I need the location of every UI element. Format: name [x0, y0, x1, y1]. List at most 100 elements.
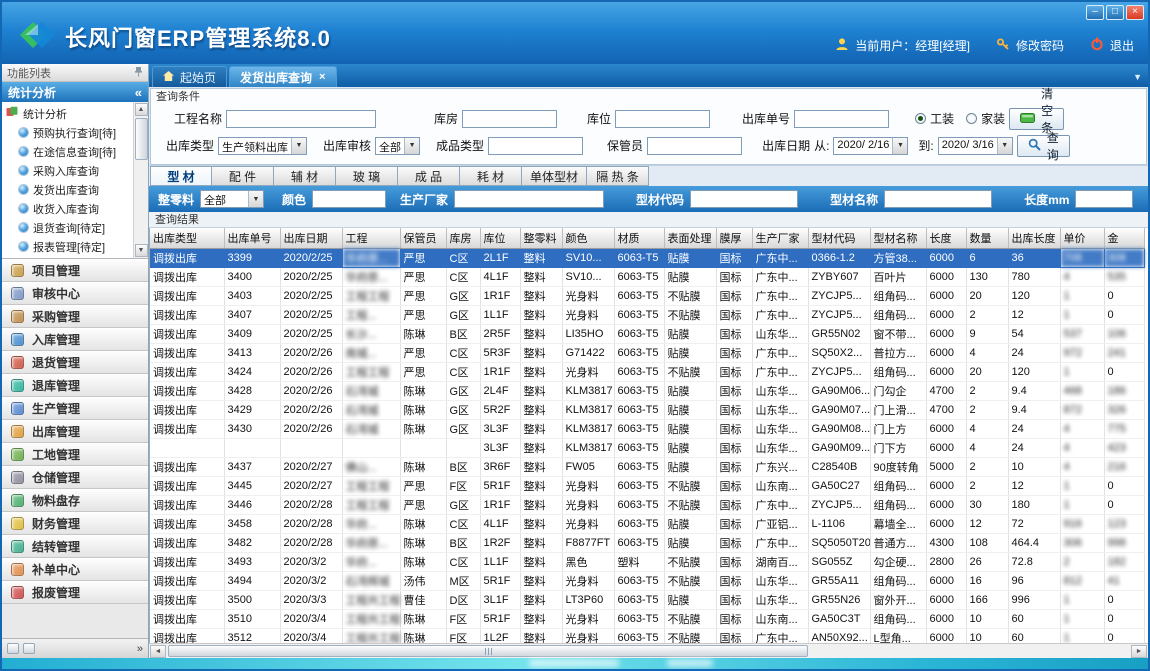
sidebar-menu-item[interactable]: 结转管理	[2, 535, 148, 558]
material-tab[interactable]: 单体型材	[522, 166, 587, 186]
column-header[interactable]: 长度	[926, 228, 966, 248]
table-row[interactable]: 调拨出库34302020/2/26石湾城陈琳G区3L3F整料KLM3817606…	[150, 419, 1144, 438]
sidebar-menu-item[interactable]: 出库管理	[2, 420, 148, 443]
column-header[interactable]: 型材名称	[870, 228, 926, 248]
column-header[interactable]: 金	[1104, 228, 1144, 248]
table-row[interactable]: 调拨出库34032020/2/25工程工程严思G区1R1F整料光身料6063-T…	[150, 286, 1144, 305]
table-row[interactable]: 调拨出库34282020/2/26石湾城陈琳G区2L4F整料KLM3817606…	[150, 381, 1144, 400]
profile-name-input[interactable]	[884, 190, 992, 208]
tree-item[interactable]: 在途信息查询[待]	[6, 142, 133, 161]
chevron-down-icon[interactable]: ▼	[248, 191, 263, 207]
manufacturer-input[interactable]	[454, 190, 604, 208]
material-tab[interactable]: 成 品	[398, 166, 460, 186]
scroll-left-icon[interactable]: ◄	[150, 645, 166, 658]
sidebar-menu-item[interactable]: 物料盘存	[2, 489, 148, 512]
sidebar-menu-item[interactable]: 采购管理	[2, 305, 148, 328]
table-row[interactable]: 调拨出库34452020/2/27工程工程严思F区5R1F整料光身料6063-T…	[150, 476, 1144, 495]
table-row[interactable]: 3L3F整料KLM38176063-T5贴膜国标山东华...GA90M09...…	[150, 438, 1144, 457]
table-row[interactable]: 调拨出库34292020/2/26石湾城陈琳G区5R2F整料KLM3817606…	[150, 400, 1144, 419]
table-row[interactable]: 调拨出库33992020/2/25华府原...严思C区2L1F整料SV10...…	[150, 248, 1144, 267]
table-row[interactable]: 调拨出库34092020/2/25长沙...陈琳B区2R5F整料LI35HO60…	[150, 324, 1144, 343]
sidebar-menu-item[interactable]: 退库管理	[2, 374, 148, 397]
sidebar-section-header[interactable]: 统计分析 «	[2, 82, 148, 102]
location-input[interactable]	[615, 110, 710, 128]
search-button[interactable]: 查 询	[1017, 135, 1070, 157]
tab-list-caret-icon[interactable]: ▼	[1133, 72, 1142, 82]
tab-home[interactable]: 起始页	[152, 66, 227, 87]
color-input[interactable]	[312, 190, 386, 208]
column-header[interactable]: 库位	[480, 228, 520, 248]
table-row[interactable]: 调拨出库35122020/3/4工程共工程陈琳F区1L2F整料光身料6063-T…	[150, 628, 1144, 643]
tab-close-icon[interactable]: ×	[318, 71, 326, 83]
change-password-link[interactable]: 修改密码	[1016, 37, 1064, 54]
material-tab[interactable]: 型 材	[150, 166, 212, 186]
outbound-type-select[interactable]: 生产领料出库 ▼	[218, 137, 307, 155]
date-to-picker[interactable]: 2020/ 3/16 ▼	[938, 137, 1013, 155]
radio-gongzhuang[interactable]	[915, 113, 926, 124]
sidebar-menu-item[interactable]: 项目管理	[2, 259, 148, 282]
maximize-button[interactable]: □	[1106, 5, 1124, 20]
table-row[interactable]: 调拨出库34372020/2/27佛山...陈琳B区3R6F整料FW056063…	[150, 457, 1144, 476]
column-header[interactable]: 单价	[1060, 228, 1104, 248]
chevron-down-icon[interactable]: ▼	[404, 138, 419, 154]
tab-shipping-outbound-query[interactable]: 发货出库查询 ×	[229, 66, 337, 87]
column-header[interactable]: 出库单号	[224, 228, 280, 248]
table-row[interactable]: 调拨出库34932020/3/2华府...陈琳C区1L1F整料黑色塑料不贴膜国标…	[150, 552, 1144, 571]
scroll-down-icon[interactable]: ▼	[135, 244, 148, 257]
table-row[interactable]: 调拨出库34242020/2/26工程工程严思C区1R1F整料光身料6063-T…	[150, 362, 1144, 381]
table-row[interactable]: 调拨出库35102020/3/4工程共工程陈琳F区5R1F整料光身料6063-T…	[150, 609, 1144, 628]
table-row[interactable]: 调拨出库34072020/2/25工程...严思G区1L1F整料光身料6063-…	[150, 305, 1144, 324]
clear-conditions-button[interactable]: 清空条件	[1009, 108, 1064, 130]
column-header[interactable]: 材质	[614, 228, 664, 248]
project-name-input[interactable]	[226, 110, 376, 128]
tree-item[interactable]: 退货查询[待定]	[6, 218, 133, 237]
scroll-right-icon[interactable]: ►	[1131, 645, 1147, 658]
column-header[interactable]: 生产厂家	[752, 228, 808, 248]
minimize-button[interactable]: –	[1086, 5, 1104, 20]
date-from-picker[interactable]: 2020/ 2/16 ▼	[833, 137, 908, 155]
chevron-down-icon[interactable]: ▼	[997, 138, 1012, 154]
column-header[interactable]: 库房	[446, 228, 480, 248]
column-header[interactable]: 工程	[342, 228, 400, 248]
material-tab[interactable]: 隔 热 条	[587, 166, 649, 186]
tree-item[interactable]: 采购入库查询	[6, 161, 133, 180]
material-tab[interactable]: 配 件	[212, 166, 274, 186]
warehouse-input[interactable]	[462, 110, 557, 128]
logout-button[interactable]: 退出	[1110, 37, 1134, 54]
column-header[interactable]: 整零料	[520, 228, 562, 248]
column-header[interactable]: 表面处理	[664, 228, 716, 248]
table-row[interactable]: 调拨出库34582020/2/28华府...陈琳C区4L1F整料光身料6063-…	[150, 514, 1144, 533]
collapse-icon[interactable]: «	[135, 85, 142, 100]
sidebar-menu-item[interactable]: 入库管理	[2, 328, 148, 351]
radio-jiazhuang[interactable]	[966, 113, 977, 124]
material-tab[interactable]: 辅 材	[274, 166, 336, 186]
sidebar-menu-item[interactable]: 报废管理	[2, 581, 148, 604]
product-type-input[interactable]	[488, 137, 583, 155]
table-row[interactable]: 调拨出库34002020/2/25华府原...严思C区4L1F整料SV10...…	[150, 267, 1144, 286]
material-tab[interactable]: 耗 材	[460, 166, 522, 186]
table-row[interactable]: 调拨出库35002020/3/3工程共工程曹佳D区3L1F整料LT3P60606…	[150, 590, 1144, 609]
tree-item[interactable]: 收货入库查询	[6, 199, 133, 218]
sidebar-menu-item[interactable]: 生产管理	[2, 397, 148, 420]
material-tab[interactable]: 玻 璃	[336, 166, 398, 186]
sidebar-menu-item[interactable]: 财务管理	[2, 512, 148, 535]
table-row[interactable]: 调拨出库34942020/3/2石湾辉城汤伟M区5R1F整料光身料6063-T5…	[150, 571, 1144, 590]
column-header[interactable]: 颜色	[562, 228, 614, 248]
sidebar-menu-item[interactable]: 工地管理	[2, 443, 148, 466]
tree-item[interactable]: 预购执行查询[待]	[6, 123, 133, 142]
sidebar-menu-item[interactable]: 仓储管理	[2, 466, 148, 489]
column-header[interactable]: 数量	[966, 228, 1008, 248]
footer-panel-icon[interactable]	[7, 643, 19, 654]
tree-root[interactable]: 统计分析	[6, 104, 133, 123]
sidebar-menu-item[interactable]: 退货管理	[2, 351, 148, 374]
column-header[interactable]: 出库日期	[280, 228, 342, 248]
column-header[interactable]: 出库类型	[150, 228, 224, 248]
outbound-audit-select[interactable]: 全部 ▼	[375, 137, 420, 155]
sidebar-menu-item[interactable]: 审核中心	[2, 282, 148, 305]
column-header[interactable]: 保管员	[400, 228, 446, 248]
scroll-up-icon[interactable]: ▲	[135, 103, 148, 116]
tree-item[interactable]: 报表管理[待定]	[6, 237, 133, 256]
chevron-down-icon[interactable]: ▼	[291, 138, 306, 154]
column-header[interactable]: 型材代码	[808, 228, 870, 248]
order-no-input[interactable]	[794, 110, 889, 128]
